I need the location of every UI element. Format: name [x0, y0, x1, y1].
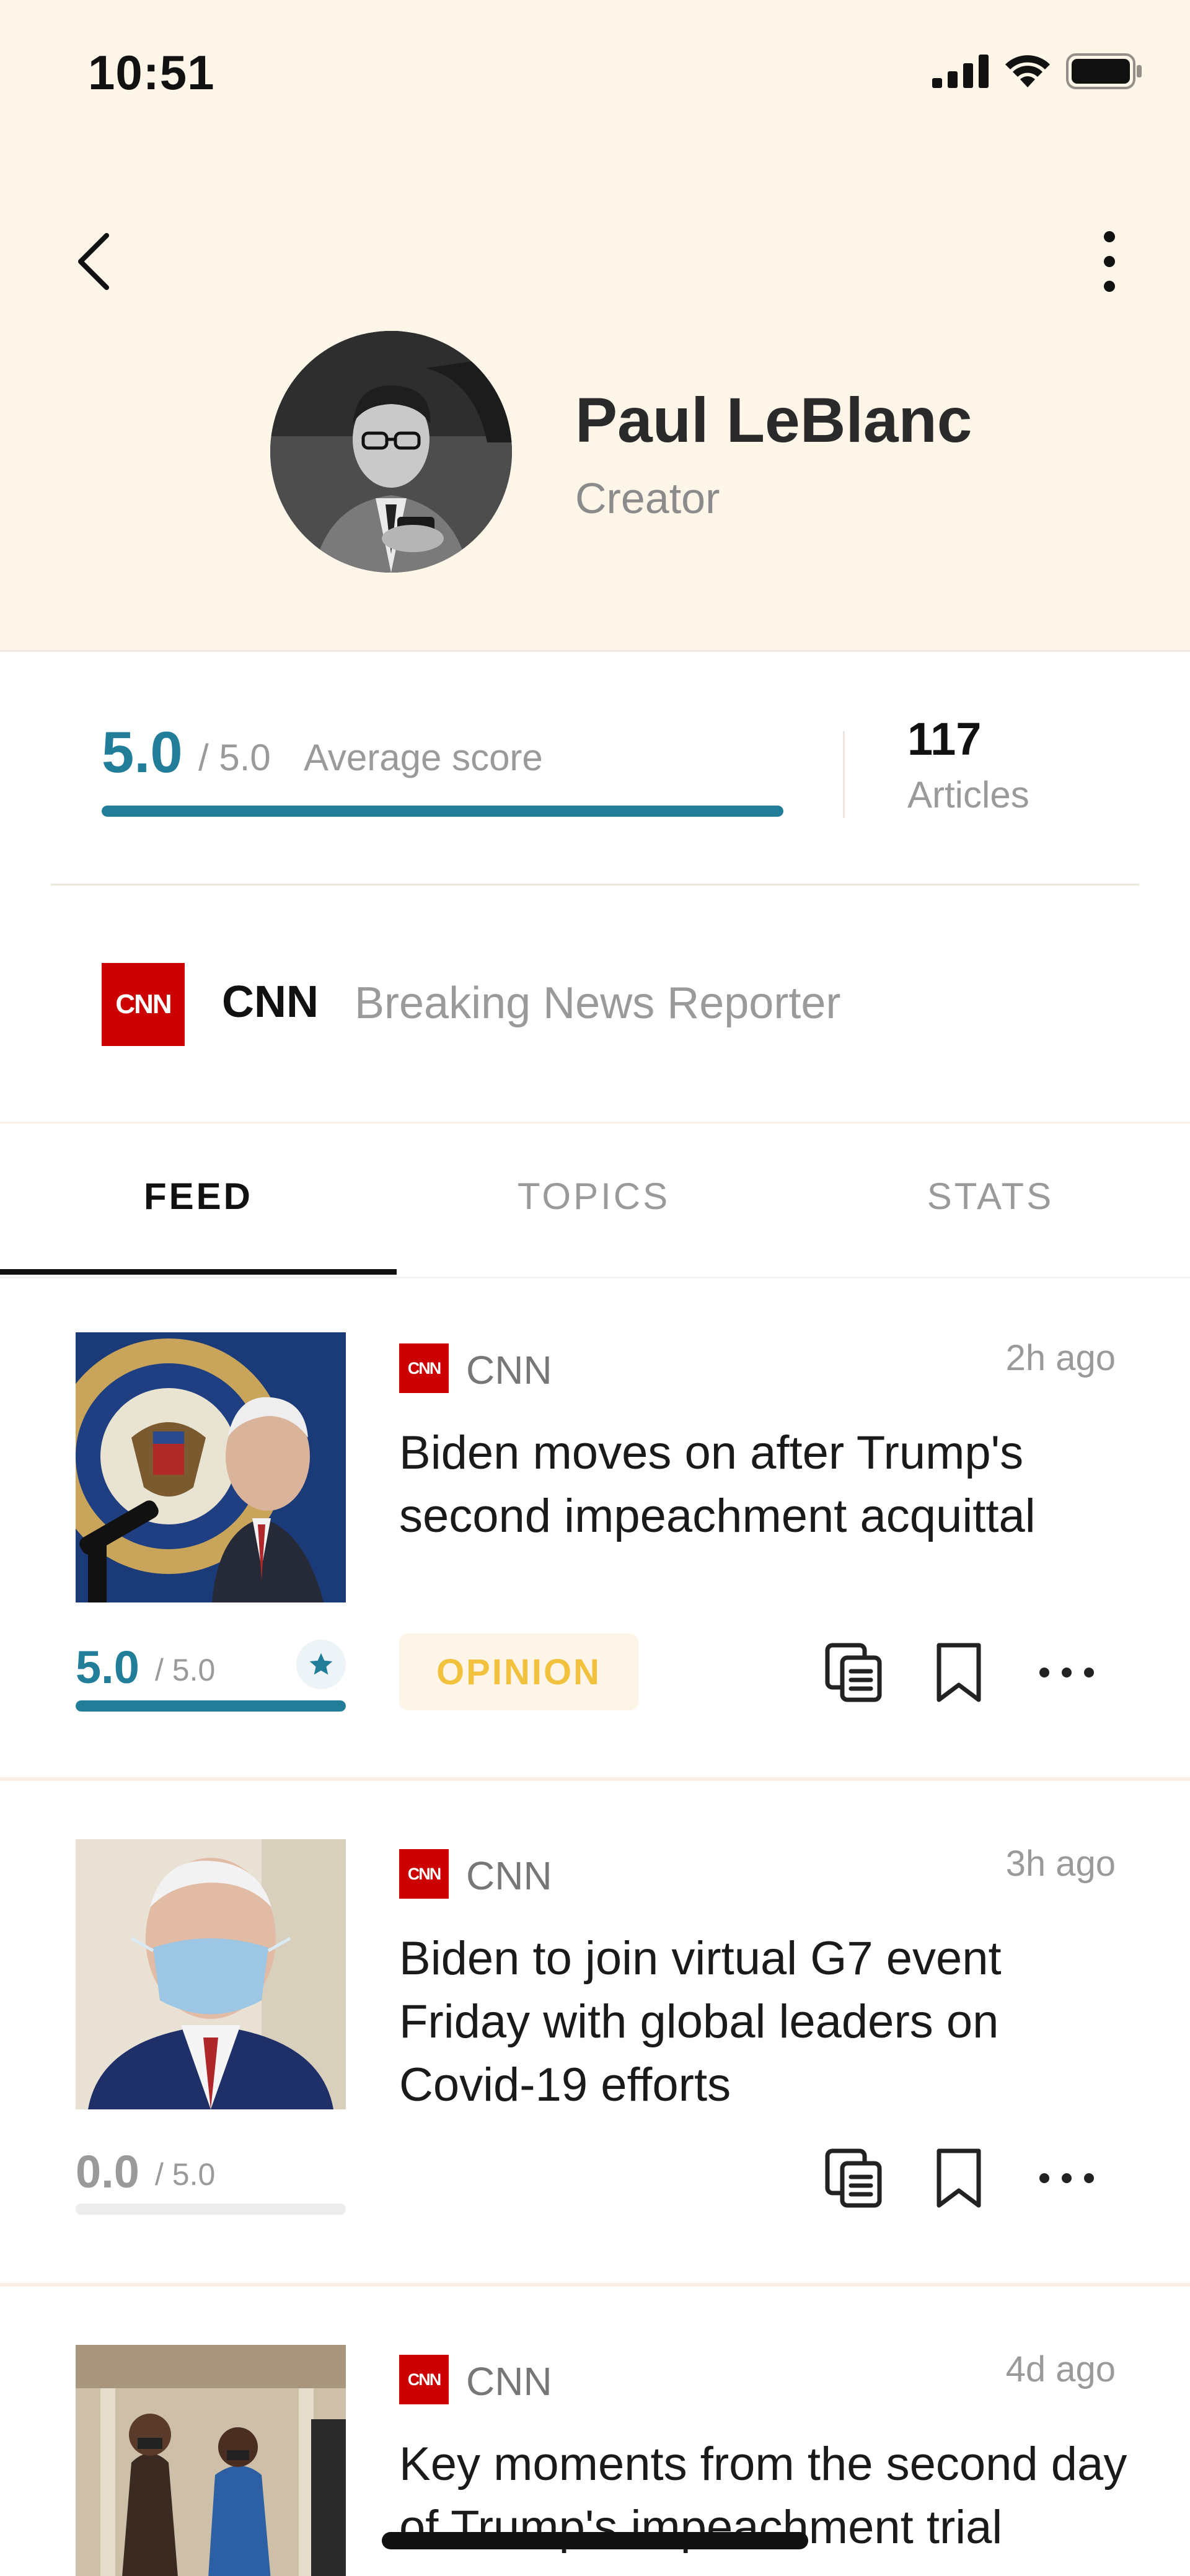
article-outlet: CNN — [466, 2359, 552, 2404]
article-score-max: / 5.0 — [155, 1653, 216, 1687]
average-score-bar-fill — [102, 806, 783, 817]
battery-icon — [1066, 53, 1142, 89]
tab-stats[interactable]: STATS — [792, 1175, 1189, 1218]
tabs-divider — [0, 1277, 1190, 1278]
article-thumbnail[interactable] — [76, 1332, 346, 1602]
average-score-label: Average score — [304, 737, 543, 778]
more-options-button[interactable] — [1091, 224, 1128, 299]
article-time: 2h ago — [1005, 1338, 1116, 1378]
profile-role: Creator — [575, 474, 720, 522]
more-horizontal-icon — [1039, 2173, 1094, 2183]
star-badge — [296, 1640, 346, 1689]
opinion-badge: OPINION — [399, 1633, 638, 1710]
average-score-max: / 5.0 — [198, 737, 271, 778]
affiliation-outlet: CNN — [222, 977, 319, 1027]
article-more-button[interactable] — [1033, 2144, 1101, 2212]
article-outlet: CNN — [466, 1853, 552, 1898]
articles-count[interactable]: 117 — [907, 713, 981, 765]
articles-label[interactable]: Articles — [907, 773, 1029, 816]
bookmark-button[interactable] — [925, 2144, 993, 2212]
profile-name: Paul LeBlanc — [575, 385, 972, 455]
cellular-signal-icon — [932, 55, 989, 88]
cnn-logo: CNN — [102, 963, 185, 1046]
more-vertical-icon — [1104, 231, 1115, 292]
bookmark-button[interactable] — [925, 1638, 993, 1707]
article-time: 3h ago — [1005, 1844, 1116, 1884]
home-indicator — [382, 2532, 808, 2549]
back-chevron-icon — [78, 233, 109, 290]
average-score-bar — [102, 806, 783, 817]
status-icons — [932, 53, 1143, 89]
article-score-bar — [76, 2204, 346, 2215]
section-divider — [51, 884, 1139, 886]
tab-feed[interactable]: FEED — [0, 1175, 397, 1218]
article-score: 0.0 — [76, 2146, 139, 2197]
copy-icon — [825, 1643, 882, 1702]
affiliation-role: Breaking News Reporter — [355, 978, 841, 1028]
cnn-logo: CNN — [399, 1849, 449, 1899]
bookmark-icon — [937, 2148, 981, 2208]
article-score-max: / 5.0 — [155, 2157, 216, 2192]
bookmark-icon — [937, 1643, 981, 1702]
stats-divider — [843, 731, 845, 818]
section-divider — [0, 1122, 1190, 1123]
average-score-value: 5.0 — [102, 719, 183, 785]
status-time: 10:51 — [88, 45, 215, 100]
article-outlet: CNN — [466, 1348, 552, 1392]
article-title[interactable]: Biden moves on after Trump's second impe… — [399, 1422, 1130, 1548]
article-time: 4d ago — [1005, 2349, 1116, 2389]
article-title[interactable]: Biden to join virtual G7 event Friday wi… — [399, 1927, 1130, 2117]
cnn-logo: CNN — [399, 1343, 449, 1393]
feed-divider — [0, 2283, 1190, 2287]
article-score-bar-fill — [76, 1700, 346, 1712]
article-more-button[interactable] — [1033, 1638, 1101, 1707]
back-button[interactable] — [67, 224, 119, 299]
wifi-icon — [1005, 55, 1050, 87]
copy-button[interactable] — [821, 1638, 889, 1707]
article-thumbnail[interactable] — [76, 2345, 346, 2576]
copy-button[interactable] — [821, 2144, 889, 2212]
tab-topics[interactable]: TOPICS — [395, 1175, 792, 1218]
profile-header: 10:51 Paul LeBlanc Creator — [0, 0, 1190, 652]
cnn-logo: CNN — [399, 2355, 449, 2404]
copy-icon — [825, 2148, 882, 2208]
article-score-bar — [76, 1700, 346, 1712]
avatar — [270, 331, 512, 573]
article-score: 5.0 — [76, 1642, 139, 1693]
active-tab-indicator — [0, 1269, 397, 1275]
feed-divider — [0, 1777, 1190, 1781]
more-horizontal-icon — [1039, 1668, 1094, 1677]
star-icon — [309, 1653, 333, 1675]
article-thumbnail[interactable] — [76, 1839, 346, 2109]
